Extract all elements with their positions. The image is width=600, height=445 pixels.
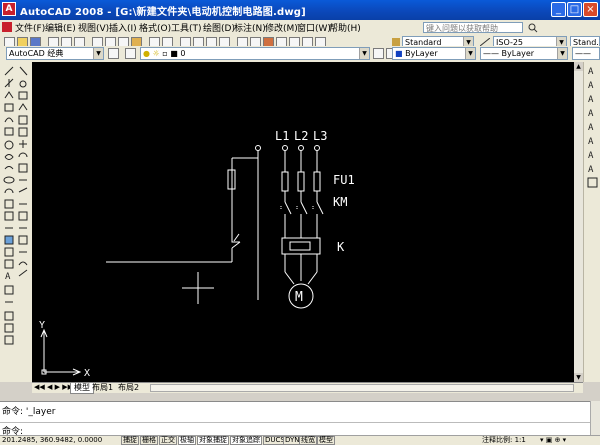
menu-insert[interactable]: 插入(I) <box>109 21 137 34</box>
sun-icon: ☼ <box>152 49 160 58</box>
horizontal-scrollbar[interactable] <box>150 384 574 392</box>
tab-layout1[interactable]: 布局1 <box>92 383 113 393</box>
menu-format[interactable]: 格式(O) <box>139 21 171 34</box>
chevron-down-icon: ▼ <box>93 48 103 59</box>
drawing-canvas[interactable]: L1 L2 L3 FU1 KM K M Y X <box>32 62 574 382</box>
menu-window[interactable]: 窗口(W) <box>297 21 331 34</box>
menu-help[interactable]: 帮助(H) <box>329 21 361 34</box>
document-icon[interactable] <box>2 22 12 32</box>
terminal-l3 <box>314 145 320 151</box>
menu-draw[interactable]: 绘图(D) <box>203 21 235 34</box>
svg-text:A: A <box>588 67 594 77</box>
command-history: 命令: '_layer <box>2 407 56 417</box>
close-button[interactable]: × <box>583 2 598 17</box>
menu-file[interactable]: 文件(F) <box>15 21 45 34</box>
chevron-down-icon: ▼ <box>465 48 475 59</box>
phase-label-l1: L1 <box>275 129 289 143</box>
svg-text:A: A <box>588 81 594 91</box>
line-icon <box>4 66 14 76</box>
fuse-l3 <box>313 171 321 192</box>
draw-modify-toolbar: A <box>0 62 33 382</box>
contactor-label: KM <box>333 195 347 209</box>
menu-view[interactable]: 视图(V) <box>78 21 109 34</box>
text-tools-toolbar: AAA AAA AA <box>583 62 600 382</box>
lineweight-select[interactable]: —— <box>572 47 600 60</box>
fuse-l1 <box>281 171 289 192</box>
tab-layout2[interactable]: 布局2 <box>118 383 139 393</box>
color-select[interactable]: ■ ByLayer ▼ <box>392 47 476 60</box>
draw-tools-icons: A <box>3 66 28 345</box>
layout-tab-bar: ◀◀ ◀ ▶ ▶▶ 模型 布局1 布局2 <box>32 382 583 394</box>
layer-manager-icon[interactable] <box>125 48 136 59</box>
chevron-down-icon: ▼ <box>359 48 369 59</box>
svg-text:A: A <box>588 95 594 105</box>
phase-label-l3: L3 <box>313 129 327 143</box>
ucs-x-label: X <box>84 368 90 379</box>
make-layer-current-icon[interactable] <box>373 48 384 59</box>
svg-text:A: A <box>588 123 594 133</box>
svg-text:A: A <box>588 151 594 161</box>
ucs-y-label: Y <box>39 320 45 331</box>
menu-edit[interactable]: 编辑(E) <box>45 21 76 34</box>
svg-text:A: A <box>5 272 11 282</box>
text-tools-icons: AAA AAA AA <box>587 67 598 188</box>
coil-label: K <box>337 240 345 254</box>
svg-text:A: A <box>588 165 594 175</box>
motor-label: M <box>295 290 303 305</box>
fuse-l2 <box>297 171 305 192</box>
tab-nav-icons[interactable]: ◀◀ ◀ ▶ ▶▶ <box>34 383 73 391</box>
layers-toolbar: AutoCAD 经典 ▼ ● ☼ ▫ ■ 0 ▼ ■ ByLayer ▼ —— By… <box>0 46 600 63</box>
terminal-l1 <box>282 145 288 151</box>
command-scrollbar[interactable] <box>590 401 600 435</box>
relay-coil-k <box>281 237 321 255</box>
lock-icon: ▫ <box>162 49 168 58</box>
autocad-app-icon[interactable]: A <box>2 2 16 16</box>
scroll-up-icon[interactable]: ▲ <box>574 62 583 71</box>
menu-dimension[interactable]: 标注(N) <box>234 21 266 34</box>
tab-model[interactable]: 模型 <box>70 383 94 394</box>
terminal-l2 <box>298 145 304 151</box>
color-swatch-icon: ■ <box>395 49 403 58</box>
terminal-control <box>255 145 261 151</box>
maximize-button[interactable]: □ <box>567 2 582 17</box>
phase-label-l2: L2 <box>294 129 308 143</box>
menu-modify[interactable]: 修改(M) <box>265 21 298 34</box>
vertical-scrollbar[interactable]: ▲ ▼ <box>574 62 583 382</box>
fuse-label: FU1 <box>333 173 355 187</box>
svg-text:A: A <box>588 109 594 119</box>
linetype-select[interactable]: —— ByLayer ▼ <box>480 47 568 60</box>
layer-select[interactable]: ● ☼ ▫ ■ 0 ▼ <box>140 47 370 60</box>
circuit-drawing <box>40 145 324 376</box>
command-window[interactable]: 命令: '_layer 命令: <box>0 401 600 437</box>
chevron-down-icon: ▼ <box>557 48 567 59</box>
workspace-settings-icon[interactable] <box>108 48 119 59</box>
workspace-select[interactable]: AutoCAD 经典 ▼ <box>6 47 104 60</box>
menu-tools[interactable]: 工具(T) <box>171 21 202 34</box>
search-icon[interactable] <box>527 22 539 33</box>
title-bar: A AutoCAD 2008 - [G:\新建文件夹\电动机控制电路图.dwg]… <box>0 0 600 20</box>
layer-color-icon: ■ <box>170 49 178 58</box>
minimize-button[interactable]: _ <box>551 2 566 17</box>
scroll-down-icon[interactable]: ▼ <box>574 373 583 382</box>
svg-text:A: A <box>588 137 594 147</box>
help-search-input[interactable]: 键入问题以获取帮助 <box>423 22 523 33</box>
lightbulb-icon: ● <box>143 49 150 58</box>
window-title: AutoCAD 2008 - [G:\新建文件夹\电动机控制电路图.dwg] <box>20 7 306 18</box>
drawing-svg: L1 L2 L3 FU1 KM K M Y X <box>39 129 355 379</box>
